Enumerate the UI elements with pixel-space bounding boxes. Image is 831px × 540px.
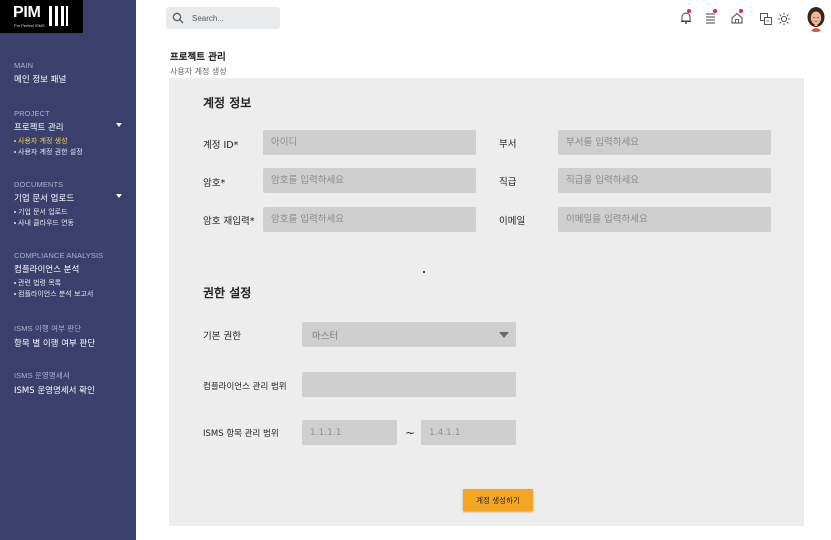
department-label: 부서 <box>499 139 517 150</box>
default-role-select[interactable]: 마스터 <box>302 322 516 347</box>
nav-category: ISMS 이행 여부 판단 <box>14 324 82 333</box>
notification-dot <box>687 9 691 13</box>
dropdown-arrow-icon <box>499 332 509 338</box>
default-role-label: 기본 권한 <box>203 331 241 342</box>
email-label: 이메일 <box>499 216 526 227</box>
nav-subitem-create-account[interactable]: 사용자 계정 생성 <box>14 136 122 147</box>
search-bar <box>166 7 280 29</box>
nav-category: ISMS 운영명세서 <box>14 371 70 380</box>
nav-item-label: 프로젝트 관리 <box>14 123 64 133</box>
nav-item-main-panel[interactable]: 메인 정보 패널 <box>14 73 122 85</box>
password-field[interactable] <box>263 168 476 193</box>
isms-scope-from-field[interactable] <box>302 420 397 445</box>
search-input[interactable] <box>192 10 276 26</box>
notification-dot <box>713 9 717 13</box>
position-field[interactable] <box>558 168 771 193</box>
nav-category: DOCUMENTS <box>14 180 64 189</box>
translate-icon[interactable] <box>759 11 773 25</box>
bell-icon[interactable] <box>679 9 693 24</box>
range-separator: ~ <box>405 426 416 440</box>
account-info-title: 계정 정보 <box>203 96 252 110</box>
home-icon[interactable] <box>730 9 744 24</box>
stray-dot <box>423 271 425 273</box>
nav-section-isms-spec: ISMS 운영명세서 ISMS 운영명세서 확인 <box>14 370 122 396</box>
password-confirm-field[interactable] <box>263 207 476 232</box>
nav-section-isms-judgement: ISMS 이행 여부 판단 항목 별 이행 여부 판단 <box>14 323 122 349</box>
nav-item-isms-judgement[interactable]: 항목 별 이행 여부 판단 <box>14 337 122 349</box>
nav-subitem-related-laws[interactable]: 관련 법령 목록 <box>14 278 122 289</box>
isms-scope-to-field[interactable] <box>421 420 516 445</box>
create-account-button[interactable]: 계정 생성하기 <box>463 489 533 511</box>
search-icon <box>172 12 184 24</box>
caret-down-icon[interactable] <box>116 194 122 198</box>
nav-section-project: PROJECT 프로젝트 관리 사용자 계정 생성 사용자 계정 권한 설정 <box>14 109 122 158</box>
email-field[interactable] <box>558 207 771 232</box>
avatar[interactable] <box>806 6 826 32</box>
notification-dot <box>739 9 743 13</box>
nav-submenu: 사용자 계정 생성 사용자 계정 권한 설정 <box>14 136 122 158</box>
caret-down-icon[interactable] <box>116 123 122 127</box>
account-id-field[interactable] <box>263 130 476 155</box>
logo-tagline: For Perfect ISMS <box>14 23 45 28</box>
isms-scope-label: ISMS 항목 관리 범위 <box>203 429 279 439</box>
nav-section-main: MAIN 메인 정보 패널 <box>14 61 122 85</box>
password-label: 암호* <box>203 178 226 189</box>
logo[interactable]: PIM For Perfect ISMS <box>0 0 83 33</box>
nav-subitem-document-upload[interactable]: 기업 문서 업로드 <box>14 207 122 218</box>
nav-category: COMPLIANCE ANALYSIS <box>14 251 104 260</box>
page-title: 프로젝트 관리 <box>170 52 226 63</box>
department-field[interactable] <box>558 130 771 155</box>
position-label: 직급 <box>499 177 517 188</box>
nav-item-isms-spec[interactable]: ISMS 운영명세서 확인 <box>14 384 122 396</box>
password-confirm-label: 암호 재입력* <box>203 216 255 227</box>
nav-subitem-account-permissions[interactable]: 사용자 계정 권한 설정 <box>14 147 122 158</box>
permissions-title: 권한 설정 <box>203 286 252 300</box>
sun-icon[interactable] <box>777 11 791 26</box>
nav-category: PROJECT <box>14 109 50 118</box>
compliance-scope-label: 컴플라이언스 관리 범위 <box>203 382 287 392</box>
nav-submenu: 관련 법령 목록 컴플라이언스 분석 보고서 <box>14 278 122 300</box>
logo-bars-icon <box>49 6 69 26</box>
nav-item-compliance-analysis[interactable]: 컴플라이언스 분석 <box>14 263 122 275</box>
nav-section-documents: DOCUMENTS 기업 문서 업로드 기업 문서 업로드 사내 클라우드 연동 <box>14 180 122 229</box>
nav-subitem-compliance-report[interactable]: 컴플라이언스 분석 보고서 <box>14 289 122 300</box>
account-id-label: 계정 ID* <box>203 140 239 151</box>
breadcrumb: 사용자 계정 생성 <box>170 67 227 76</box>
nav-item-document-upload[interactable]: 기업 문서 업로드 <box>14 192 122 204</box>
nav-item-label: 기업 문서 업로드 <box>14 194 75 204</box>
nav-submenu: 기업 문서 업로드 사내 클라우드 연동 <box>14 207 122 229</box>
default-role-value: 마스터 <box>312 331 339 342</box>
compliance-scope-select[interactable] <box>302 372 516 397</box>
nav-item-project-management[interactable]: 프로젝트 관리 <box>14 121 122 133</box>
list-icon[interactable] <box>704 9 718 24</box>
nav-subitem-cloud-integration[interactable]: 사내 클라우드 연동 <box>14 218 122 229</box>
nav-category: MAIN <box>14 61 34 70</box>
nav-section-compliance: COMPLIANCE ANALYSIS 컴플라이언스 분석 관련 법령 목록 컴… <box>14 251 122 300</box>
logo-text: PIM <box>13 4 41 21</box>
sidebar: PIM For Perfect ISMS MAIN 메인 정보 패널 PROJE… <box>0 0 136 540</box>
